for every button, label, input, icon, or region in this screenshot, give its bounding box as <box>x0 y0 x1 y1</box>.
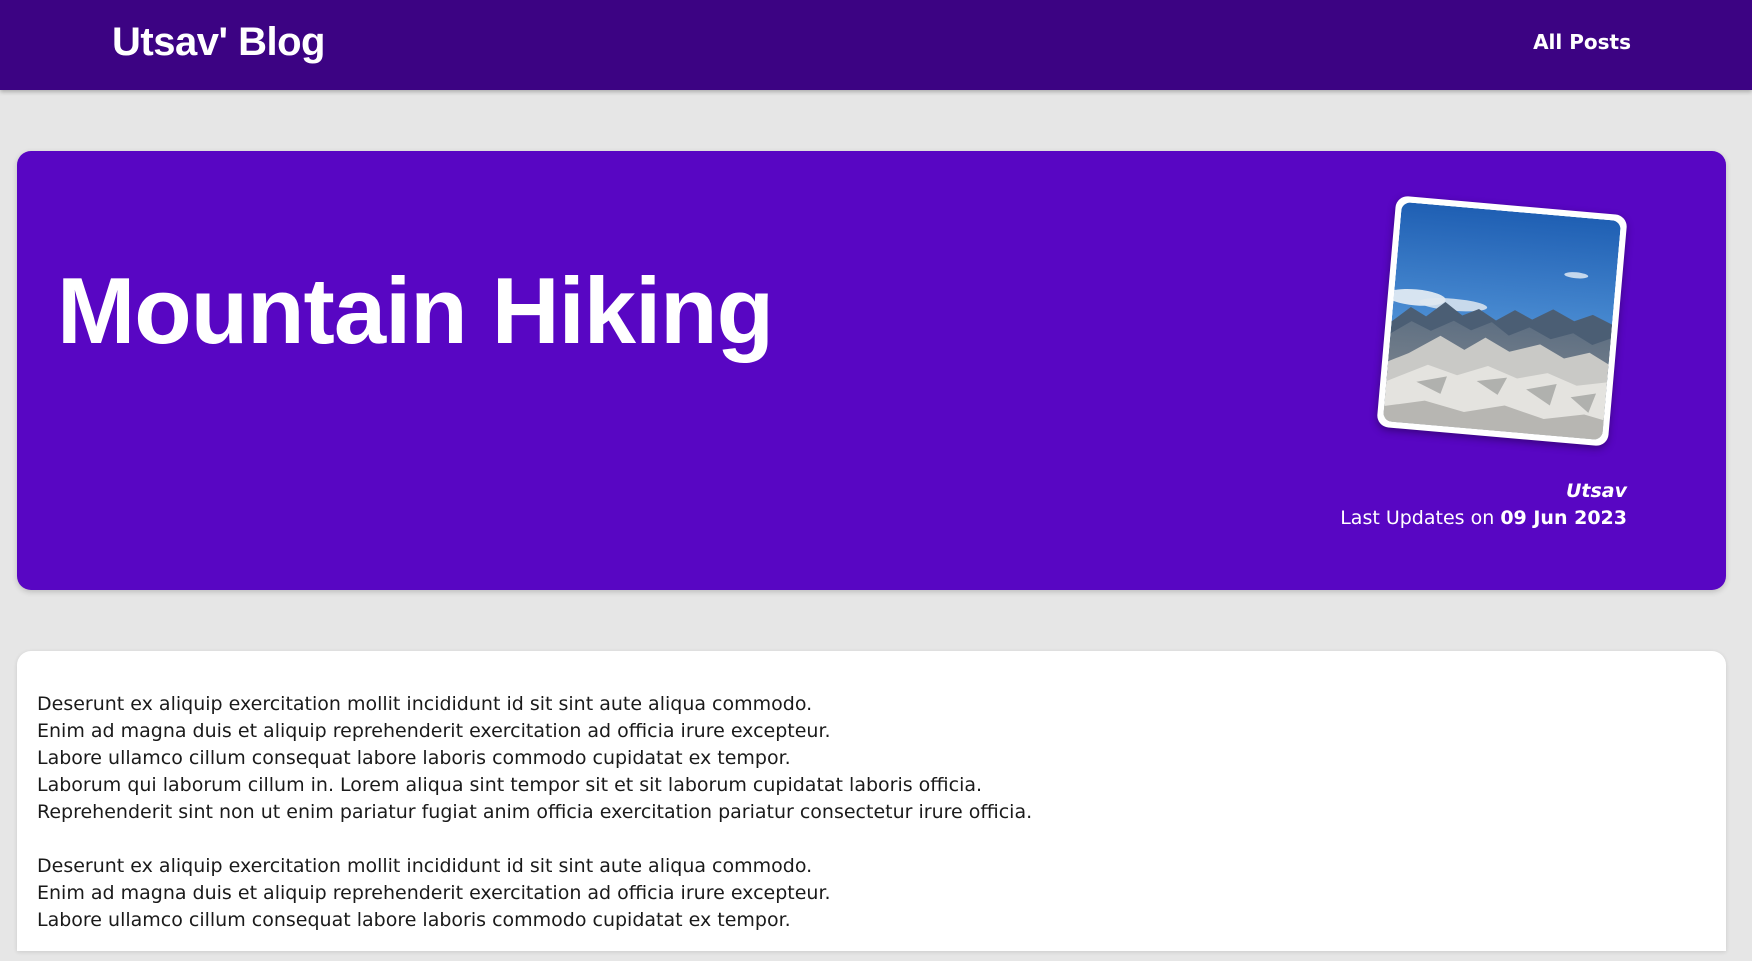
post-body: Deserunt ex aliquip exercitation mollit … <box>37 691 1032 961</box>
post-title: Mountain Hiking <box>57 258 774 363</box>
post-paragraph: Deserunt ex aliquip exercitation mollit … <box>37 691 1032 826</box>
top-navigation-bar: Utsav' Blog All Posts <box>0 0 1752 90</box>
paragraph-line: Deserunt ex aliquip exercitation mollit … <box>37 855 813 877</box>
paragraph-line: Reprehenderit sint non ut enim pariatur … <box>37 801 1033 823</box>
post-cover-image <box>1382 201 1622 441</box>
post-updated-info: Last Updates on 09 Jun 2023 <box>1340 505 1627 531</box>
updated-date: 09 Jun 2023 <box>1500 507 1627 529</box>
post-author: Utsav <box>1565 480 1627 502</box>
post-hero-banner: Mountain Hiking Utsav Last Updates on 09… <box>17 151 1726 590</box>
post-cover-image-frame <box>1376 195 1628 447</box>
blog-brand-link[interactable]: Utsav' Blog <box>112 14 325 70</box>
updated-prefix: Last Updates on <box>1340 507 1495 529</box>
paragraph-line: Labore ullamco cillum consequat labore l… <box>37 747 791 769</box>
post-paragraph: Deserunt ex aliquip exercitation mollit … <box>37 853 1032 934</box>
paragraph-line: Deserunt ex aliquip exercitation mollit … <box>37 693 813 715</box>
post-content-card: Deserunt ex aliquip exercitation mollit … <box>17 651 1726 951</box>
paragraph-line: Enim ad magna duis et aliquip reprehende… <box>37 882 831 904</box>
paragraph-line: Laborum qui laborum cillum in. Lorem ali… <box>37 774 983 796</box>
paragraph-line: Enim ad magna duis et aliquip reprehende… <box>37 720 831 742</box>
mountain-photo-icon <box>1382 201 1622 441</box>
all-posts-link[interactable]: All Posts <box>1533 28 1631 56</box>
paragraph-line: Labore ullamco cillum consequat labore l… <box>37 909 791 931</box>
